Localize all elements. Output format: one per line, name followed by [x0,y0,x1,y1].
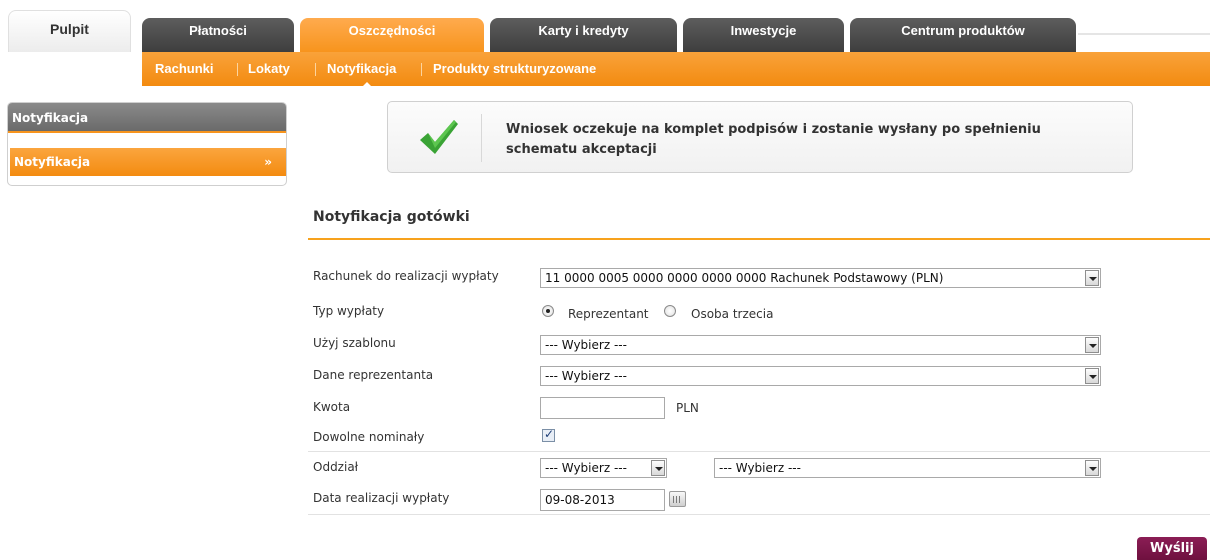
active-subnav-marker [362,82,372,87]
section-underline [308,238,1210,240]
branch-select-secondary[interactable]: --- Wybierz --- [714,458,1101,478]
radio-osoba-trzecia[interactable] [664,305,676,317]
account-select[interactable]: 11 0000 0005 0000 0000 0000 0000 Rachune… [540,268,1101,288]
radio-osoba-trzecia-label: Osoba trzecia [691,307,774,321]
sub-navigation: Rachunki Lokaty Notyfikacja Produkty str… [142,52,1210,87]
section-title: Notyfikacja gotówki [313,209,470,225]
chevron-down-icon [1085,460,1099,476]
account-select-value: 11 0000 0005 0000 0000 0000 0000 Rachune… [545,271,944,285]
representative-select-value: --- Wybierz --- [545,369,627,383]
account-label: Rachunek do realizacji wypłaty [313,269,499,283]
checkmark-icon [420,120,458,154]
sidebar-item-label: Notyfikacja [14,155,91,169]
row-divider [308,451,1210,452]
subnav-divider [237,63,238,76]
subnav-rachunki[interactable]: Rachunki [155,52,214,86]
row-divider [308,514,1210,515]
tab-oszczednosci[interactable]: Oszczędności [300,18,484,52]
amount-label: Kwota [313,400,351,414]
branch-select-primary[interactable]: --- Wybierz --- [540,458,667,478]
chevron-down-icon [1085,270,1099,286]
tab-baseline [1078,33,1210,35]
tab-karty-i-kredyty[interactable]: Karty i kredyty [490,18,677,52]
tab-inwestycje[interactable]: Inwestycje [683,18,844,52]
nominals-label: Dowolne nominały [313,430,425,444]
type-label: Typ wypłaty [313,304,385,318]
submit-button[interactable]: Wyślij [1137,537,1207,560]
branch-label: Oddział [313,460,359,474]
message-text: Wniosek oczekuje na komplet podpisów i z… [506,122,1041,157]
calendar-icon[interactable] [669,491,686,507]
sidebar: Notyfikacja Notyfikacja » [7,102,287,186]
template-label: Użyj szablonu [313,336,396,350]
tab-pulpit[interactable]: Pulpit [8,10,131,52]
template-select-value: --- Wybierz --- [545,338,627,352]
branch-select-primary-value: --- Wybierz --- [545,461,627,475]
representative-label: Dane reprezentanta [313,368,434,382]
currency-label: PLN [676,401,699,415]
radio-reprezentant[interactable] [542,305,554,317]
tab-platnosci[interactable]: Płatności [142,18,294,52]
amount-input[interactable] [540,397,665,419]
representative-select[interactable]: --- Wybierz --- [540,366,1101,386]
sidebar-title: Notyfikacja [8,103,286,133]
radio-reprezentant-label: Reprezentant [568,307,649,321]
subnav-produkty-strukturyzowane[interactable]: Produkty strukturyzowane [433,52,596,86]
chevron-down-icon [1085,368,1099,384]
status-message: Wniosek oczekuje na komplet podpisów i z… [387,101,1133,173]
subnav-lokaty[interactable]: Lokaty [248,52,290,86]
date-input[interactable]: 09-08-2013 [540,489,665,511]
double-chevron-right-icon: » [264,155,272,169]
subnav-notyfikacja[interactable]: Notyfikacja [327,52,396,86]
main-tabs: Pulpit Płatności Oszczędności Karty i kr… [8,10,1210,52]
tab-centrum-produktow[interactable]: Centrum produktów [850,18,1076,52]
branch-select-secondary-value: --- Wybierz --- [719,461,801,475]
nominals-checkbox[interactable] [542,427,555,442]
sidebar-item-notyfikacja[interactable]: Notyfikacja » [10,148,286,176]
chevron-down-icon [651,460,665,476]
template-select[interactable]: --- Wybierz --- [540,335,1101,355]
subnav-divider [315,63,316,76]
message-divider [481,114,482,162]
date-label: Data realizacji wypłaty [313,491,450,505]
chevron-down-icon [1085,337,1099,353]
subnav-divider [421,63,422,76]
